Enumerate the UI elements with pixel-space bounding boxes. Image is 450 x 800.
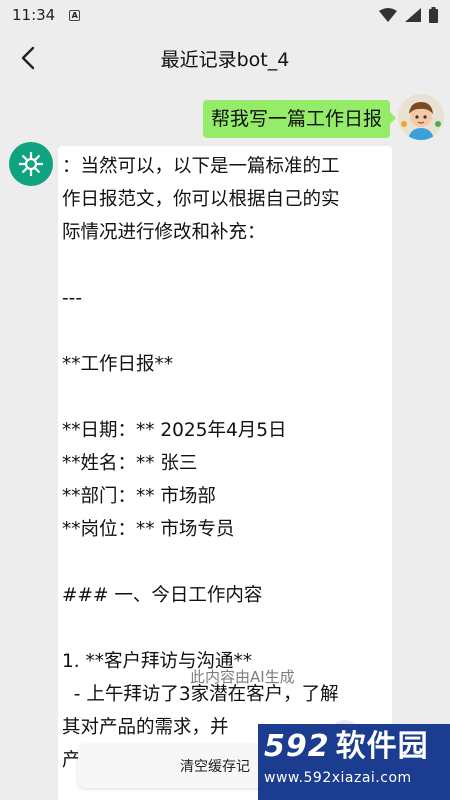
- bot-message-line: **工作日报**: [62, 354, 174, 375]
- bot-message-line: 作日报范文，你可以根据自己的实: [62, 189, 340, 210]
- bot-message-line: ---: [62, 288, 83, 309]
- back-button[interactable]: [14, 44, 42, 72]
- bot-message-line: ：当然可以，以下是一篇标准的工: [62, 156, 340, 177]
- user-avatar[interactable]: [398, 94, 444, 140]
- status-bar: 11:34 A: [0, 0, 450, 30]
- bot-avatar[interactable]: [9, 142, 53, 186]
- status-time: 11:34: [12, 6, 56, 24]
- cartoon-boy-avatar-icon: [398, 94, 444, 140]
- clear-cache-label: 清空缓存记: [180, 759, 250, 775]
- openai-logo-icon: [19, 152, 43, 176]
- battery-icon: [429, 7, 438, 23]
- bot-message-line: [62, 249, 388, 282]
- bot-message-line: **部门：** 市场部: [62, 486, 216, 507]
- status-indicators: [379, 7, 438, 23]
- bot-message-line: [62, 546, 388, 579]
- bot-message-line: [62, 612, 388, 645]
- chat-area[interactable]: 帮我写一篇工作日报 ：当然可以，以下是一篇标准的工作日报范文，你可以根据自己的实…: [0, 86, 450, 800]
- page-title: 最近记录bot_4: [160, 48, 290, 71]
- bot-message-line: 际情况进行修改和补充：: [62, 222, 266, 243]
- bot-message-line: [62, 381, 388, 414]
- bot-message-line: [62, 315, 388, 348]
- app-bar: 最近记录bot_4: [0, 30, 450, 86]
- site-watermark: 592 软件园 www.592xiazai.com: [258, 724, 450, 800]
- notification-app-icon: A: [69, 9, 81, 21]
- user-message-row: 帮我写一篇工作日报: [202, 94, 444, 140]
- signal-icon: [405, 8, 421, 22]
- bot-message-line: ### 一、今日工作内容: [62, 585, 263, 606]
- bot-message-line: **日期：** 2025年4月5日: [62, 420, 287, 441]
- watermark-text: 软件园: [335, 729, 429, 764]
- watermark-number: 592: [264, 729, 330, 764]
- watermark-url: www.592xiazai.com: [264, 770, 412, 786]
- chevron-left-icon: [21, 46, 35, 70]
- ai-generated-note: 此内容由AI生成: [190, 668, 295, 686]
- user-message-text: 帮我写一篇工作日报: [210, 108, 382, 130]
- wifi-icon: [379, 8, 397, 22]
- bot-message-bubble[interactable]: ：当然可以，以下是一篇标准的工 作日报范文，你可以根据自己的实 际情况进行修改和补充…: [58, 146, 392, 800]
- bot-message-line: **岗位：** 市场专员: [62, 519, 235, 540]
- user-message-bubble[interactable]: 帮我写一篇工作日报: [202, 100, 397, 138]
- watermark-brand: 592 软件园: [264, 730, 450, 764]
- bot-message-line: **姓名：** 张三: [62, 453, 198, 474]
